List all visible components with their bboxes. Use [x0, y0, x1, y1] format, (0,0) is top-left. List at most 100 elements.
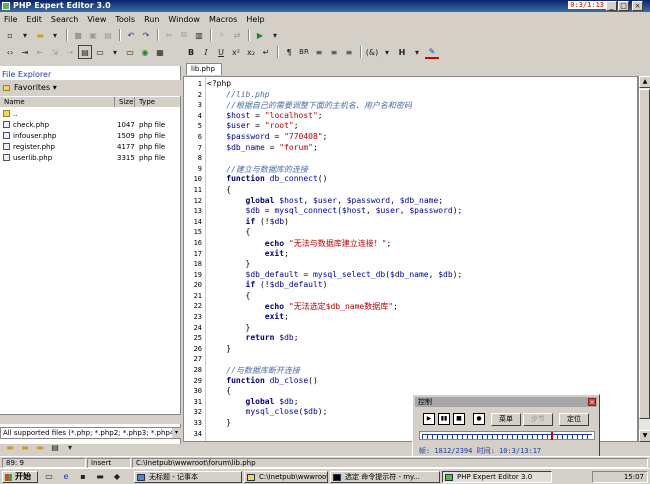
- dropdown-arrow-icon[interactable]: ▾: [380, 45, 394, 59]
- favorite-folder-icon[interactable]: ▬: [33, 440, 47, 454]
- monitor-icon[interactable]: ▭: [123, 45, 137, 59]
- code-line[interactable]: 7 $db_name = "forum";: [184, 143, 639, 154]
- cut-icon[interactable]: ✂: [162, 28, 176, 42]
- app-launcher-icon[interactable]: ◆: [110, 471, 124, 482]
- list-item[interactable]: register.php 4177 php file: [0, 142, 181, 153]
- code-line[interactable]: 5 $user = "root";: [184, 121, 639, 132]
- list-item[interactable]: userlib.php 3315 php file: [0, 153, 181, 164]
- task-command-prompt[interactable]: 选定 命令提示符 - my...: [330, 471, 440, 483]
- find-icon[interactable]: ⌕: [215, 28, 229, 42]
- bookmark-toggle-icon[interactable]: ‹›: [3, 45, 17, 59]
- start-button[interactable]: 开始: [2, 471, 38, 483]
- task-explorer-folder[interactable]: C:\Inetpub\wwwroot\f...: [244, 471, 328, 483]
- file-filter-select[interactable]: All supported files (*.php; *.php2; *.ph…: [0, 427, 181, 439]
- menu-edit[interactable]: Edit: [26, 15, 42, 24]
- code-line[interactable]: 3 //根据自己的需要调整下面的主机名、用户名和密码: [184, 100, 639, 111]
- code-line[interactable]: 1 <?php: [184, 79, 639, 90]
- code-line[interactable]: 14 if (!$db): [184, 217, 639, 228]
- code-line[interactable]: 10 function db_connect(): [184, 174, 639, 185]
- code-line[interactable]: 19 $db_default = mysql_select_db($db_nam…: [184, 270, 639, 281]
- locate-button[interactable]: 定位: [559, 413, 589, 426]
- dropdown-arrow-icon[interactable]: ▾: [108, 45, 122, 59]
- editor-vscroll[interactable]: ▲ ▼: [638, 76, 650, 442]
- list-item-parent-folder[interactable]: ..: [0, 109, 181, 120]
- scroll-thumb[interactable]: [639, 89, 650, 419]
- task-notepad[interactable]: 无标题 - 记事本: [134, 471, 242, 483]
- code-explorer-icon[interactable]: ▦: [153, 45, 167, 59]
- code-line[interactable]: 11 {: [184, 185, 639, 196]
- align-left-icon[interactable]: ≡: [312, 45, 326, 59]
- stop-icon[interactable]: ■: [453, 413, 465, 425]
- menu-tools[interactable]: Tools: [115, 15, 135, 24]
- superscript-icon[interactable]: x²: [229, 45, 243, 59]
- save-all-icon[interactable]: ▣: [86, 28, 100, 42]
- tab-lib-php[interactable]: lib.php: [186, 63, 222, 75]
- code-line[interactable]: 8: [184, 153, 639, 164]
- code-line[interactable]: 27: [184, 354, 639, 365]
- play-icon[interactable]: ▶: [423, 413, 435, 425]
- list-item[interactable]: check.php 1047 php file: [0, 120, 181, 131]
- underline-icon[interactable]: U: [214, 45, 228, 59]
- code-line[interactable]: 16 echo "无法与数据库建立连接！";: [184, 238, 639, 249]
- code-line[interactable]: 15 {: [184, 227, 639, 238]
- column-size[interactable]: Size: [115, 97, 135, 107]
- close-icon[interactable]: ×: [588, 398, 596, 406]
- minimize-button[interactable]: _: [606, 1, 617, 11]
- prev-bookmark-icon[interactable]: ⇤: [33, 45, 47, 59]
- scroll-down-arrow-icon[interactable]: ▼: [639, 430, 650, 442]
- open-folder-icon[interactable]: ▬: [33, 28, 47, 42]
- command-prompt-icon[interactable]: ▪: [76, 471, 90, 482]
- new-folder-icon[interactable]: ▬: [18, 440, 32, 454]
- code-line[interactable]: 28 //与数据库断开连接: [184, 365, 639, 376]
- column-type[interactable]: Type: [135, 97, 181, 107]
- code-area[interactable]: 1 <?php 2 //lib.php 3 //根据自己的需要调整下面的主机名、用户名…: [184, 79, 639, 439]
- dropdown-arrow-icon[interactable]: ▾: [410, 45, 424, 59]
- list-view-icon[interactable]: ▤: [48, 440, 62, 454]
- undo-icon[interactable]: ↶: [124, 28, 138, 42]
- playback-timeline[interactable]: [419, 431, 595, 440]
- maximize-button[interactable]: □: [618, 1, 629, 11]
- code-line[interactable]: 12 global $host, $user, $password, $db_n…: [184, 196, 639, 207]
- code-line[interactable]: 24 }: [184, 323, 639, 334]
- menu-file[interactable]: File: [4, 15, 17, 24]
- dropdown-arrow-icon[interactable]: ▾: [268, 28, 282, 42]
- code-line[interactable]: 25 return $db;: [184, 333, 639, 344]
- paragraph-icon[interactable]: ¶: [282, 45, 296, 59]
- code-line[interactable]: 6 $password = "770408";: [184, 132, 639, 143]
- italic-icon[interactable]: I: [199, 45, 213, 59]
- chevron-down-icon[interactable]: ▾: [172, 428, 181, 438]
- menu-search[interactable]: Search: [51, 15, 78, 24]
- special-chars-icon[interactable]: (&): [365, 45, 379, 59]
- next-bookmark-icon[interactable]: ⇥: [18, 45, 32, 59]
- font-color-icon[interactable]: ✎: [425, 45, 439, 59]
- list-item[interactable]: infouser.php 1509 php file: [0, 131, 181, 142]
- dropdown-arrow-icon[interactable]: ▾: [63, 440, 77, 454]
- scroll-up-arrow-icon[interactable]: ▲: [639, 76, 650, 88]
- record-icon[interactable]: ●: [473, 413, 485, 425]
- close-button[interactable]: ×: [632, 1, 643, 11]
- clear-bookmarks-icon[interactable]: ⇲: [48, 45, 62, 59]
- code-line[interactable]: 29 function db_close(): [184, 376, 639, 387]
- new-file-icon[interactable]: ▫: [3, 28, 17, 42]
- code-line[interactable]: 23 exit;: [184, 312, 639, 323]
- copy-icon[interactable]: ⧉: [177, 28, 191, 42]
- heading-icon[interactable]: H: [395, 45, 409, 59]
- step-button[interactable]: 步节: [523, 413, 553, 426]
- line-break-icon[interactable]: ↵: [259, 45, 273, 59]
- explorer-icon[interactable]: ▬: [93, 471, 107, 482]
- toggle-explorer-icon[interactable]: ▤: [78, 45, 92, 59]
- print-icon[interactable]: ▤: [101, 28, 115, 42]
- dropdown-arrow-icon[interactable]: ▾: [18, 28, 32, 42]
- align-center-icon[interactable]: ≡: [327, 45, 341, 59]
- code-line[interactable]: 21 {: [184, 291, 639, 302]
- menu-run[interactable]: Run: [144, 15, 159, 24]
- subscript-icon[interactable]: x₂: [244, 45, 258, 59]
- indent-icon[interactable]: ⇢: [63, 45, 77, 59]
- menu-macros[interactable]: Macros: [209, 15, 237, 24]
- code-line[interactable]: 22 echo "无法选定$db_name数据库";: [184, 301, 639, 312]
- show-desktop-icon[interactable]: ▭: [42, 471, 56, 482]
- paste-icon[interactable]: ▥: [192, 28, 206, 42]
- favorites-button[interactable]: Favorites ▾: [0, 80, 181, 96]
- pause-icon[interactable]: ▮▮: [438, 413, 450, 425]
- menu-view[interactable]: View: [87, 15, 106, 24]
